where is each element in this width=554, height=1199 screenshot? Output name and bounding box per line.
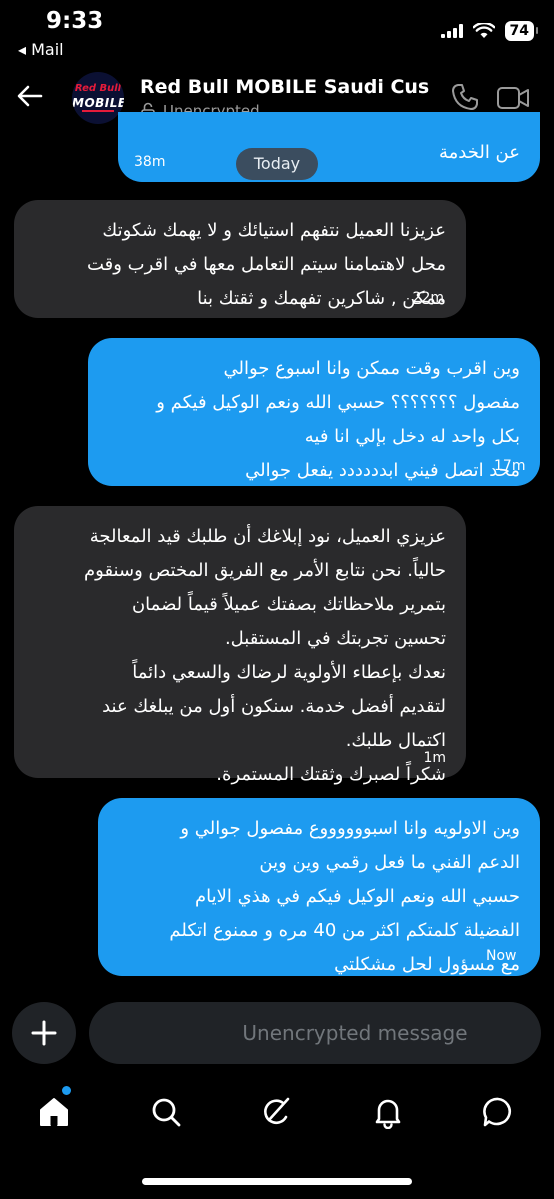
bottom-navigation: [0, 1082, 554, 1142]
cellular-signal-icon: [440, 24, 463, 38]
message-input[interactable]: Unencrypted message: [89, 1002, 541, 1064]
message-time: 1m: [423, 750, 446, 766]
message-text: وين الاولويه وانا اسبووووووع مفصول جوالي…: [169, 818, 520, 975]
search-icon: [152, 1098, 181, 1127]
notifications-icon: [375, 1099, 401, 1129]
message-time: 38m: [134, 154, 166, 170]
messages-icon: [483, 1097, 511, 1127]
message-time: 22m: [412, 290, 444, 306]
video-call-icon[interactable]: [496, 84, 530, 112]
status-bar: 9:33 74: [0, 0, 554, 42]
grok-icon: [264, 1097, 290, 1124]
message-bubble-incoming[interactable]: عزيزي العميل، نود إبلاغك أن طلبك قيد الم…: [14, 506, 466, 785]
message-bubble-outgoing[interactable]: وين الاولويه وانا اسبووووووع مفصول جوالي…: [98, 798, 540, 976]
nav-search[interactable]: [136, 1082, 196, 1142]
message-bubble-incoming[interactable]: عزيزنا العميل نتفهم استيائك و لا يهمك شك…: [14, 200, 466, 318]
home-notification-dot: [62, 1086, 71, 1095]
message-text: عن الخدمة: [438, 142, 520, 163]
avatar-logo-stripe: [82, 110, 114, 112]
nav-messages[interactable]: [468, 1082, 528, 1142]
nav-grok[interactable]: [246, 1082, 306, 1142]
avatar-logo-line1: Red Bull: [74, 83, 122, 94]
status-icons: 74: [440, 20, 539, 42]
status-time: 9:33: [46, 8, 104, 34]
back-arrow-icon[interactable]: [14, 80, 46, 112]
avatar[interactable]: Red Bull MOBILE: [72, 72, 124, 124]
back-to-app-link[interactable]: ◂ Mail: [18, 40, 64, 59]
add-attachment-button[interactable]: [12, 1002, 76, 1064]
message-text: عزيزي العميل، نود إبلاغك أن طلبك قيد الم…: [84, 526, 446, 785]
message-bubble-outgoing[interactable]: وين اقرب وقت ممكن وانا اسبوع جوالي مفصول…: [88, 338, 540, 486]
nav-notifications[interactable]: [358, 1082, 418, 1142]
message-text: عزيزنا العميل نتفهم استيائك و لا يهمك شك…: [86, 220, 446, 309]
home-indicator: [142, 1178, 412, 1185]
message-bubble-outgoing[interactable]: عن الخدمة 38m: [118, 112, 540, 182]
contact-name[interactable]: Red Bull MOBILE Saudi Cus...: [140, 76, 430, 98]
avatar-logo-line2: MOBILE: [72, 96, 124, 110]
wifi-icon: [472, 23, 495, 38]
message-text: وين اقرب وقت ممكن وانا اسبوع جوالي مفصول…: [156, 358, 520, 481]
home-icon: [40, 1098, 68, 1126]
nav-home[interactable]: [24, 1082, 84, 1142]
message-time: 17m: [494, 458, 526, 474]
plus-icon: [31, 1020, 57, 1046]
phone-icon[interactable]: [450, 82, 480, 112]
battery-indicator: 74: [504, 21, 539, 41]
date-separator: Today: [236, 148, 318, 180]
message-time: Now: [486, 948, 517, 964]
